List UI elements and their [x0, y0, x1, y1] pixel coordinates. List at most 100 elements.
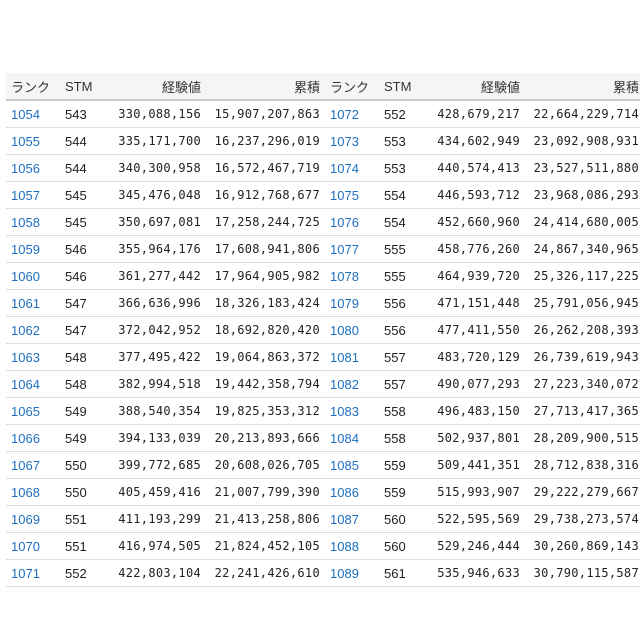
stm-cell: 545 [65, 187, 87, 203]
exp-cell: 446,593,712 [437, 188, 520, 202]
rank-link[interactable]: 1077 [325, 236, 379, 263]
exp-cell: 535,946,633 [437, 566, 520, 580]
column-header-stm: STM [379, 73, 421, 100]
exp-cell: 529,246,444 [437, 539, 520, 553]
rank-link[interactable]: 1082 [325, 371, 379, 398]
rank-link[interactable]: 1085 [325, 452, 379, 479]
table-row: 1088 560 529,246,444 30,260,869,143 [325, 533, 640, 560]
table-row: 1087 560 522,595,569 29,738,273,574 [325, 506, 640, 533]
rank-link[interactable]: 1087 [325, 506, 379, 533]
rank-link[interactable]: 1059 [6, 236, 60, 263]
stm-cell: 551 [65, 511, 87, 527]
rank-link[interactable]: 1088 [325, 533, 379, 560]
rank-link[interactable]: 1089 [325, 560, 379, 587]
stm-cell: 548 [65, 349, 87, 365]
exp-cell: 477,411,550 [437, 323, 520, 337]
table-row: 1068 550 405,459,416 21,007,799,390 [6, 479, 325, 506]
rank-link[interactable]: 1080 [325, 317, 379, 344]
stm-cell: 546 [65, 241, 87, 257]
column-header-rank[interactable]: ランク [6, 73, 60, 100]
total-cell: 21,824,452,105 [214, 539, 320, 553]
stm-cell: 559 [384, 484, 406, 500]
rank-link[interactable]: 1070 [6, 533, 60, 560]
rank-link[interactable]: 1084 [325, 425, 379, 452]
exp-cell: 330,088,156 [118, 107, 201, 121]
rank-link[interactable]: 1056 [6, 155, 60, 182]
table-row: 1066 549 394,133,039 20,213,893,666 [6, 425, 325, 452]
total-cell: 26,262,208,393 [533, 323, 639, 337]
exp-cell: 350,697,081 [118, 215, 201, 229]
exp-cell: 422,803,104 [118, 566, 201, 580]
exp-cell: 483,720,129 [437, 350, 520, 364]
rank-link[interactable]: 1066 [6, 425, 60, 452]
rank-link[interactable]: 1076 [325, 209, 379, 236]
stm-cell: 547 [65, 322, 87, 338]
stm-cell: 553 [384, 133, 406, 149]
exp-cell: 428,679,217 [437, 107, 520, 121]
total-cell: 16,237,296,019 [214, 134, 320, 148]
rank-link[interactable]: 1081 [325, 344, 379, 371]
rank-link[interactable]: 1058 [6, 209, 60, 236]
stm-cell: 554 [384, 214, 406, 230]
exp-cell: 377,495,422 [118, 350, 201, 364]
rank-link[interactable]: 1068 [6, 479, 60, 506]
rank-link[interactable]: 1055 [6, 128, 60, 155]
total-cell: 28,712,838,316 [533, 458, 639, 472]
stm-cell: 559 [384, 457, 406, 473]
rank-link[interactable]: 1083 [325, 398, 379, 425]
column-header-rank[interactable]: ランク [325, 73, 379, 100]
exp-cell: 345,476,048 [118, 188, 201, 202]
stm-cell: 557 [384, 376, 406, 392]
stm-cell: 561 [384, 565, 406, 581]
rank-link[interactable]: 1061 [6, 290, 60, 317]
stm-cell: 553 [384, 160, 406, 176]
total-cell: 28,209,900,515 [533, 431, 639, 445]
stm-cell: 551 [65, 538, 87, 554]
stm-cell: 555 [384, 241, 406, 257]
total-cell: 27,223,340,072 [533, 377, 639, 391]
rank-link[interactable]: 1074 [325, 155, 379, 182]
total-cell: 29,738,273,574 [533, 512, 639, 526]
rank-link[interactable]: 1086 [325, 479, 379, 506]
rank-link[interactable]: 1054 [6, 100, 60, 128]
rank-link[interactable]: 1078 [325, 263, 379, 290]
rank-link[interactable]: 1057 [6, 182, 60, 209]
total-cell: 15,907,207,863 [214, 107, 320, 121]
total-cell: 20,608,026,705 [214, 458, 320, 472]
stm-cell: 560 [384, 511, 406, 527]
rank-link[interactable]: 1079 [325, 290, 379, 317]
total-cell: 17,258,244,725 [214, 215, 320, 229]
rank-link[interactable]: 1063 [6, 344, 60, 371]
rank-link[interactable]: 1062 [6, 317, 60, 344]
exp-cell: 372,042,952 [118, 323, 201, 337]
rank-link[interactable]: 1067 [6, 452, 60, 479]
rank-link[interactable]: 1060 [6, 263, 60, 290]
table-row: 1078 555 464,939,720 25,326,117,225 [325, 263, 640, 290]
table-body: 1072 552 428,679,217 22,664,229,714 1073 553 4… [325, 100, 640, 587]
rank-link[interactable]: 1073 [325, 128, 379, 155]
rank-link[interactable]: 1064 [6, 371, 60, 398]
total-cell: 17,608,941,806 [214, 242, 320, 256]
rank-link[interactable]: 1069 [6, 506, 60, 533]
stm-cell: 546 [65, 268, 87, 284]
rank-link[interactable]: 1075 [325, 182, 379, 209]
rank-link[interactable]: 1072 [325, 100, 379, 128]
stm-cell: 550 [65, 484, 87, 500]
stm-cell: 549 [65, 403, 87, 419]
total-cell: 30,260,869,143 [533, 539, 639, 553]
total-cell: 24,867,340,965 [533, 242, 639, 256]
stm-cell: 552 [65, 565, 87, 581]
rank-link[interactable]: 1071 [6, 560, 60, 587]
total-cell: 19,825,353,312 [214, 404, 320, 418]
table-header-row: ランク STM 経験値 累積 [6, 73, 325, 100]
total-cell: 20,213,893,666 [214, 431, 320, 445]
rank-link[interactable]: 1065 [6, 398, 60, 425]
stm-cell: 556 [384, 322, 406, 338]
total-cell: 23,527,511,880 [533, 161, 639, 175]
exp-cell: 434,602,949 [437, 134, 520, 148]
exp-cell: 335,171,700 [118, 134, 201, 148]
table-row: 1075 554 446,593,712 23,968,086,293 [325, 182, 640, 209]
column-header-stm: STM [60, 73, 102, 100]
exp-cell: 464,939,720 [437, 269, 520, 283]
exp-cell: 452,660,960 [437, 215, 520, 229]
